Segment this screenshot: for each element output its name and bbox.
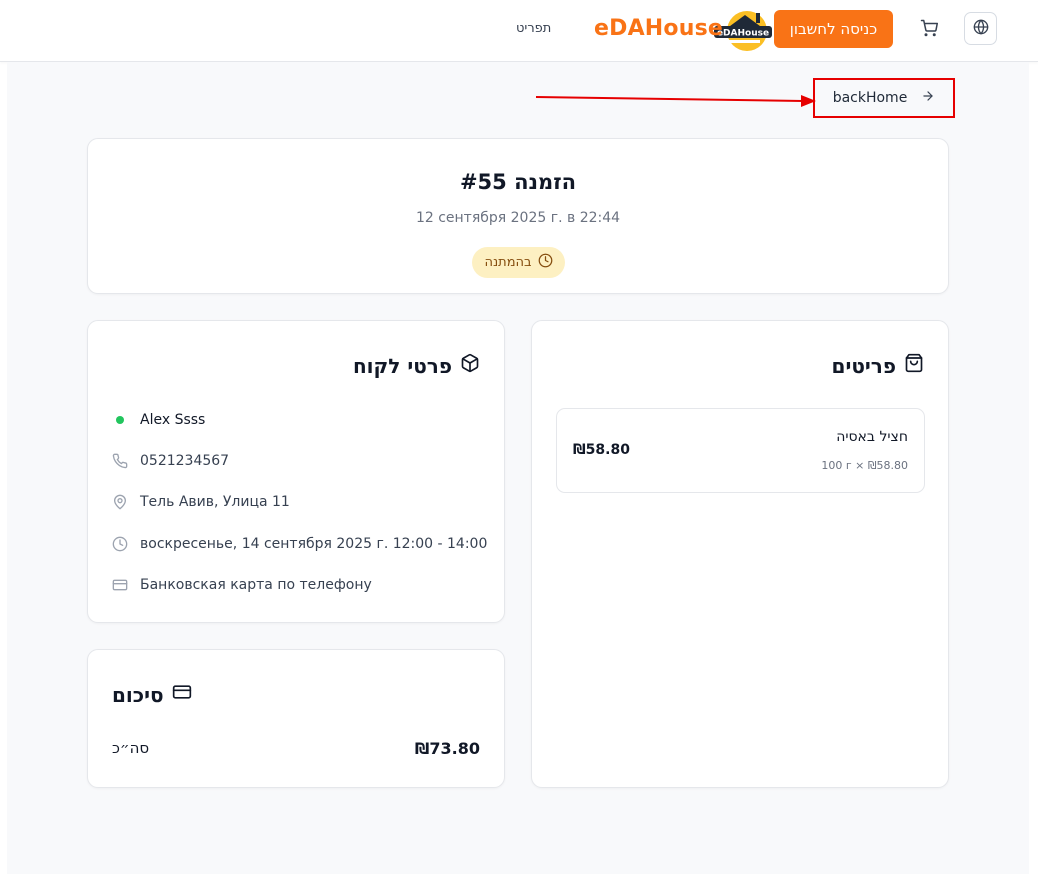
summary-heading-label: סיכום [112,682,164,707]
clock-icon [112,536,128,552]
customer-card: פרטי לקוח Alex Ssss 0521234567 Тель Авив… [87,320,505,623]
map-pin-icon [112,494,128,510]
back-home-button[interactable]: backHome [813,78,955,118]
customer-name-row: Alex Ssss [112,412,205,428]
summary-heading: סיכום [112,682,192,707]
status-badge: בהמתנה [472,247,565,278]
customer-address-row: Тель Авив, Улица 11 [112,494,290,510]
customer-phone-row: 0521234567 [112,453,229,469]
item-quantity-price: 100 г × ₪58.80 [821,459,908,472]
annotation-arrow [535,95,816,107]
item-name: חציל באסיה [836,429,908,445]
phone-icon [112,453,128,469]
logo-text: eDAHouse [717,29,769,39]
cart-button[interactable] [918,19,940,41]
delivery-time: воскресенье, 14 сентября 2025 г. 12:00 -… [140,536,488,552]
customer-heading: פרטי לקוח [353,353,480,378]
customer-phone: 0521234567 [140,453,230,469]
summary-card: סיכום סה״כ ₪73.80 [87,649,505,788]
globe-icon [973,19,989,39]
top-header: כניסה לחשבון eDAHouse eDAHouse תפריט [0,0,1038,62]
cart-icon [920,19,938,41]
list-item: חציל באסיה 100 г × ₪58.80 ₪58.80 [556,408,925,493]
payment-method: Банковская карта по телефону [140,577,372,593]
credit-card-icon [112,577,128,593]
order-title: הזמנה #55 [459,170,577,194]
item-price: ₪58.80 [573,442,630,458]
delivery-time-row: воскресенье, 14 сентября 2025 г. 12:00 -… [112,536,487,552]
menu-link[interactable]: תפריט [516,21,551,36]
clock-icon [538,253,553,272]
arrow-right-icon [921,89,935,107]
customer-name: Alex Ssss [140,412,206,428]
items-heading-label: פריטים [831,353,896,378]
customer-address: Тель Авив, Улица 11 [140,494,290,510]
items-card: פריטים חציל באסיה 100 г × ₪58.80 ₪58.80 [531,320,949,788]
customer-heading-label: פרטי לקוח [352,353,452,378]
brand-name[interactable]: eDAHouse [594,16,723,41]
items-heading: פריטים [832,353,924,378]
total-label: סה״כ [112,739,150,757]
credit-card-icon [172,682,192,707]
total-value: ₪73.80 [414,739,480,758]
back-home-label: backHome [832,90,908,106]
order-date: 12 сентября 2025 г. в 22:44 [415,210,621,226]
order-header-card: הזמנה #55 12 сентября 2025 г. в 22:44 בה… [87,138,949,294]
payment-method-row: Банковская карта по телефону [112,577,372,593]
package-icon [460,353,480,378]
login-button[interactable]: כניסה לחשבון [774,10,893,48]
shopping-bag-icon [904,353,924,378]
online-status-icon [112,412,128,428]
status-label: בהמתנה [484,255,532,270]
language-button[interactable] [964,12,997,45]
